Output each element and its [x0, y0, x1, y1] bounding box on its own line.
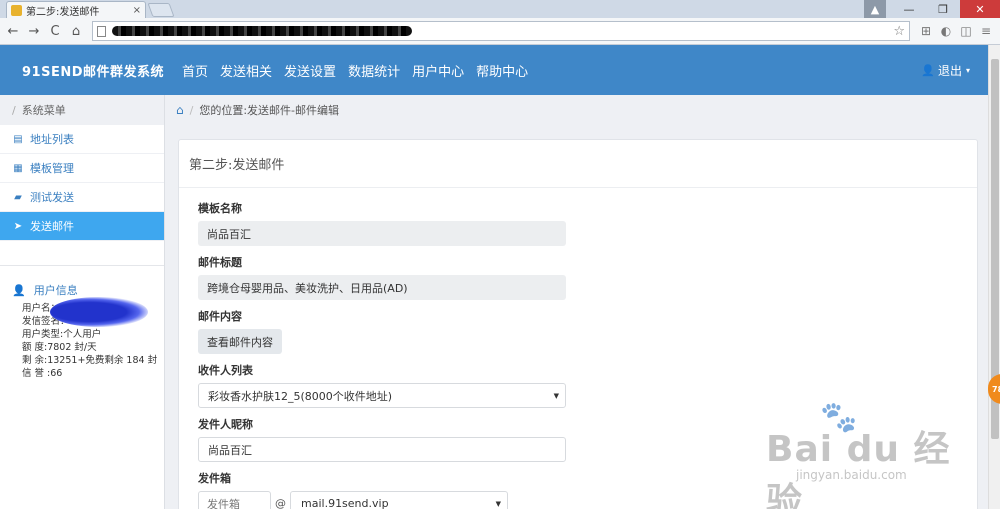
bookmark-star-icon[interactable]: ☆ [893, 24, 905, 39]
page-icon [97, 25, 106, 37]
browser-tabstrip: 第二步:发送邮件 × ▲ — ❐ ✕ [0, 0, 1000, 18]
logout-label: 退出 [937, 63, 962, 78]
recipients-selected-value: 彩妆香水护肤12_5(8000个收件地址) [208, 389, 393, 403]
top-nav: 首页 发送相关 发送设置 数据统计 用户中心 帮助中心 [182, 61, 540, 80]
profile-icon[interactable]: ▲ [864, 0, 886, 18]
sidebar-item-label: 发送邮件 [30, 220, 74, 233]
subject-label: 邮件标题 [198, 256, 242, 269]
nickname-label: 发件人昵称 [198, 418, 253, 431]
restore-button[interactable]: ❐ [926, 0, 960, 18]
user-info-title: 👤 用户信息 [12, 282, 164, 298]
sidebar-item-address-list[interactable]: ▤ 地址列表 [0, 125, 164, 154]
logout-menu[interactable]: 👤 退出 ▾ [921, 62, 970, 79]
grid-icon: ▦ [13, 162, 23, 174]
window-controls: ▲ — ❐ ✕ [864, 0, 1000, 18]
recipients-select[interactable]: 彩妆香水护肤12_5(8000个收件地址) ▼ [198, 383, 566, 408]
home-icon[interactable]: ⌂ [176, 103, 184, 117]
caret-down-icon: ▾ [965, 65, 970, 75]
watermark-site: jingyan.baidu.com [796, 468, 907, 482]
back-button[interactable]: ← [4, 22, 22, 40]
user-info-title-label: 用户信息 [33, 284, 78, 297]
user-icon: 👤 [12, 283, 26, 297]
minimize-button[interactable]: — [892, 0, 926, 18]
browser-tab[interactable]: 第二步:发送邮件 × [6, 1, 146, 18]
forward-button[interactable]: → [25, 22, 43, 40]
close-window-button[interactable]: ✕ [960, 0, 1000, 18]
page-scrollbar[interactable] [988, 45, 1000, 509]
recipients-field: 收件人列表 彩妆香水护肤12_5(8000个收件地址) ▼ [198, 362, 566, 408]
sender-row: 发件箱 @ mail.91send.vip ▼ [198, 491, 508, 509]
user-info-type: 用户类型:个人用户 [22, 329, 102, 340]
domain-select[interactable]: mail.91send.vip ▼ [290, 491, 508, 509]
template-name-value: 尚品百汇 [198, 221, 566, 246]
user-icon: 👤 [921, 63, 935, 77]
subject-field: 邮件标题 跨境仓母婴用品、美妆洗护、日用品(AD) [198, 254, 566, 300]
panel-title: 第二步:发送邮件 [179, 140, 977, 188]
nickname-input[interactable]: 尚品百汇 [198, 437, 566, 462]
dropdown-arrow-icon: ▼ [553, 391, 559, 400]
nickname-field: 发件人昵称 尚品百汇 [198, 416, 566, 462]
sidebar-title-slash: / [12, 103, 16, 117]
at-sign: @ [275, 497, 286, 509]
content-label: 邮件内容 [198, 310, 242, 323]
send-icon: ➤ [13, 220, 23, 232]
sidebar-item-send-mail[interactable]: ➤ 发送邮件 [0, 212, 164, 241]
template-label: 模板名称 [198, 202, 242, 215]
user-info-remaining: 剩 余:13251+免费剩余 184 封 [22, 355, 158, 366]
nav-sending[interactable]: 发送相关 [220, 61, 272, 80]
sidebar-item-label: 地址列表 [30, 133, 74, 146]
tab-title: 第二步:发送邮件 [26, 6, 100, 18]
favicon-icon [11, 4, 22, 16]
extension-leaf-icon[interactable]: ◐ [936, 22, 956, 40]
sender-label: 发件箱 [198, 472, 231, 485]
breadcrumb-separator: / [189, 103, 194, 117]
nav-help[interactable]: 帮助中心 [476, 61, 528, 80]
extension-grid-icon[interactable]: ⊞ [916, 22, 936, 40]
user-info-quota: 额 度:7802 封/天 [22, 342, 97, 353]
browser-toolbar: ← → C ⌂ ☆ ⊞ ◐ ◫ ≡ [0, 18, 1000, 45]
watermark-logo: Bai du 经验 [766, 429, 951, 509]
nav-home[interactable]: 首页 [182, 61, 208, 80]
content-field: 邮件内容 查看邮件内容 [198, 308, 282, 354]
sender-mailbox-input[interactable]: 发件箱 [198, 491, 271, 509]
sidebar-item-templates[interactable]: ▦ 模板管理 [0, 154, 164, 183]
sidebar-item-test-send[interactable]: ▰ 测试发送 [0, 183, 164, 212]
breadcrumb: ⌂ / 您的位置:发送邮件-邮件编辑 [166, 95, 988, 125]
sidebar-item-label: 模板管理 [30, 162, 74, 175]
redacted-url [112, 26, 412, 36]
dropdown-arrow-icon: ▼ [495, 499, 501, 508]
sender-field: 发件箱 发件箱 @ mail.91send.vip ▼ [198, 470, 508, 509]
recipients-label: 收件人列表 [198, 364, 253, 377]
domain-selected-value: mail.91send.vip [301, 497, 389, 509]
app-header: 91SEND邮件群发系统 首页 发送相关 发送设置 数据统计 用户中心 帮助中心… [0, 45, 988, 95]
subject-value: 跨境仓母婴用品、美妆洗护、日用品(AD) [198, 275, 566, 300]
address-bar[interactable]: ☆ [92, 21, 910, 41]
new-tab-button[interactable] [147, 3, 175, 17]
menu-icon[interactable]: ≡ [976, 22, 996, 40]
tab-close-icon[interactable]: × [133, 5, 141, 16]
reload-button[interactable]: C [46, 22, 64, 40]
home-button[interactable]: ⌂ [67, 22, 85, 40]
brand-title[interactable]: 91SEND邮件群发系统 [22, 61, 164, 80]
template-field: 模板名称 尚品百汇 [198, 200, 566, 246]
view-content-button[interactable]: 查看邮件内容 [198, 329, 282, 354]
nav-settings[interactable]: 发送设置 [284, 61, 336, 80]
extension-flag-icon[interactable]: ◫ [956, 22, 976, 40]
redaction-scribble [50, 297, 148, 327]
breadcrumb-text: 您的位置:发送邮件-邮件编辑 [199, 104, 340, 117]
sidebar-item-label: 测试发送 [30, 191, 74, 204]
baidu-watermark: 🐾 Bai du 经验 jingyan.baidu.com [760, 400, 960, 509]
nav-user-center[interactable]: 用户中心 [412, 61, 464, 80]
user-info-reputation: 信 誉 :66 [22, 368, 63, 379]
sidebar: / 系统菜单 ▤ 地址列表 ▦ 模板管理 ▰ 测试发送 ➤ 发送邮件 👤 用户信… [0, 95, 165, 509]
sidebar-title-label: 系统菜单 [21, 104, 66, 117]
nav-stats[interactable]: 数据统计 [348, 61, 400, 80]
list-icon: ▤ [13, 133, 23, 145]
comment-icon: ▰ [14, 191, 22, 203]
sidebar-title: / 系统菜单 [0, 95, 164, 125]
